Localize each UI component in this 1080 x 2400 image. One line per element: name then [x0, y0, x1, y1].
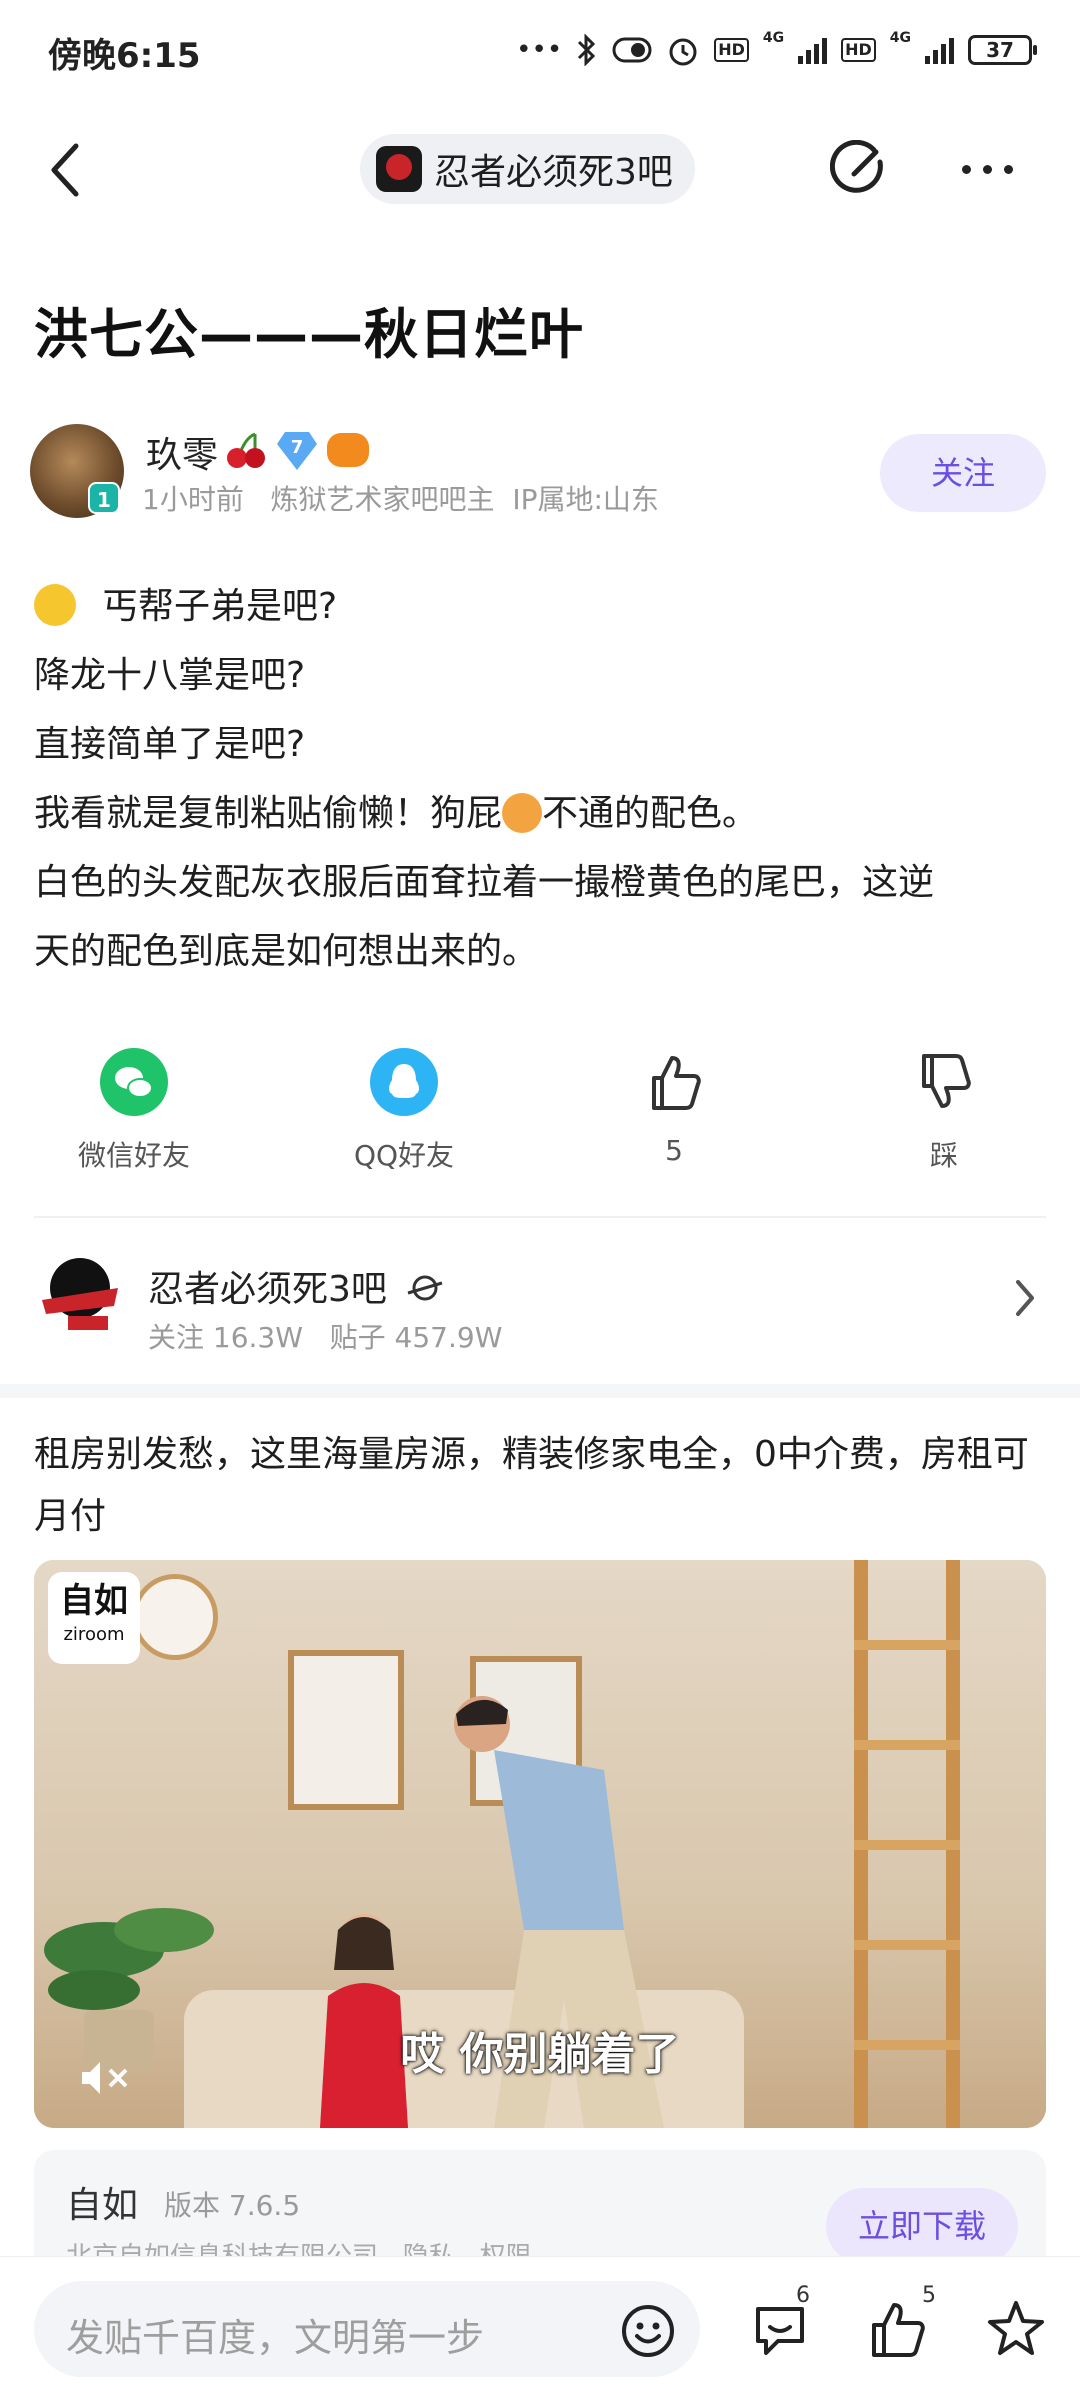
ad-app-version: 版本 7.6.5: [164, 2189, 301, 2222]
body-line: 丐帮子弟是吧?: [34, 572, 1046, 641]
thumb-down-icon: [922, 1054, 971, 1108]
comment-placeholder: 发贴千百度，文明第一步: [66, 2316, 485, 2360]
alarm-icon: [669, 38, 697, 66]
ad-logo-en: ziroom: [63, 1624, 125, 1645]
ad-video[interactable]: 自如 ziroom 哎 你别躺着了: [34, 1560, 1046, 2128]
forum-pill[interactable]: 忍者必须死3吧: [360, 134, 695, 204]
status-time: 傍晚6:15: [48, 36, 201, 76]
ad-logo-cn: 自如: [60, 1581, 128, 1621]
emoji-icon: [34, 584, 76, 626]
body-text: 我看就是复制粘贴偷懒！狗屁: [34, 793, 503, 834]
battery-icon: 37: [968, 35, 1037, 65]
share-wechat-button[interactable]: 微信好友: [34, 1048, 234, 1174]
author-name[interactable]: 玖零: [146, 426, 218, 478]
body-line: 天的配色到底是如何想出来的。: [34, 931, 539, 972]
clock-icon: [132, 1574, 218, 1660]
like-button[interactable]: 5: [574, 1048, 774, 1167]
dislike-label: 踩: [929, 1139, 958, 1172]
person: [320, 1914, 408, 2128]
more-icon[interactable]: [962, 165, 1013, 174]
body-line: 我看就是复制粘贴偷懒！狗屁 不通的配色。: [34, 779, 1046, 848]
ad-logo: 自如 ziroom: [48, 1572, 140, 1664]
body-line: 降龙十八掌是吧?: [34, 655, 306, 696]
hd-badge: HD: [841, 38, 876, 62]
share-qq-label: QQ好友: [353, 1139, 455, 1172]
ad-app-name: 自如: [66, 2185, 139, 2226]
wechat-icon: [100, 1048, 168, 1116]
bottom-bar: 发贴千百度，文明第一步 6 5: [0, 2256, 1080, 2400]
network-label: 4G: [889, 30, 911, 46]
dog-emoji-icon: [502, 793, 543, 833]
gamepad-icon: [327, 433, 369, 467]
author-level-badge: 1: [88, 482, 120, 514]
smile-icon[interactable]: [620, 2303, 676, 2359]
ad-app-info[interactable]: 自如 版本 7.6.5 北京自如信息科技有限公司 隐私 权限 立即下载: [34, 2150, 1046, 2270]
video-subtitle: 哎 你别躺着了: [400, 2029, 680, 2080]
forum-stats: 关注 16.3W 贴子 457.9W: [148, 1321, 503, 1354]
diamond-icon: 7: [277, 432, 317, 470]
forum-name-text: 忍者必须死3吧: [148, 1269, 387, 1310]
body-text: 不通的配色。: [542, 793, 759, 834]
follow-button[interactable]: 关注: [880, 434, 1046, 512]
edit-icon[interactable]: [830, 140, 888, 198]
hd-badge: HD: [714, 38, 749, 62]
body-line: 白色的头发配灰衣服后面耷拉着一撮橙黄色的尾巴，这逆: [34, 862, 935, 903]
status-icons: ••• HD 4G HD 4G 37: [516, 30, 1037, 70]
forum-name[interactable]: 忍者必须死3吧: [148, 1260, 444, 1312]
forum-pill-label: 忍者必须死3吧: [434, 152, 673, 193]
section-divider: [0, 1384, 1080, 1398]
post-body: 丐帮子弟是吧? 降龙十八掌是吧? 直接简单了是吧? 我看就是复制粘贴偷懒！狗屁不…: [34, 572, 1046, 986]
forum-avatar[interactable]: [34, 1248, 126, 1340]
chevron-right-icon[interactable]: [1012, 1278, 1038, 1318]
status-bar: 傍晚6:15 ••• HD 4G HD 4G 37: [0, 0, 1080, 100]
ad-title[interactable]: 租房别发愁，这里海量房源，精装修家电全，0中介费，房租可月付: [34, 1424, 1046, 1548]
body-line: 直接简单了是吧?: [34, 724, 306, 765]
comment-count: 6: [796, 2283, 810, 2308]
forum-avatar-mini: [376, 146, 422, 192]
thumb-up-icon: [652, 1056, 701, 1110]
notification-dots-icon: •••: [516, 35, 563, 65]
like-count: 5: [922, 2283, 936, 2308]
download-button[interactable]: 立即下载: [826, 2188, 1018, 2264]
like-icon[interactable]: [866, 2297, 930, 2361]
body-text: 丐帮子弟是吧?: [102, 586, 338, 627]
like-count: 5: [665, 1134, 683, 1167]
share-qq-button[interactable]: QQ好友: [304, 1048, 504, 1174]
wall-frame: [288, 1650, 404, 1810]
toggle-icon: [612, 37, 652, 63]
share-row: 微信好友 QQ好友 5 踩: [0, 1048, 1080, 1178]
star-icon[interactable]: [984, 2297, 1048, 2361]
share-wechat-label: 微信好友: [77, 1139, 190, 1172]
bluetooth-icon: [578, 34, 596, 66]
signal-icon: [925, 36, 954, 64]
mute-icon[interactable]: [78, 2058, 134, 2098]
cherry-icon: [225, 430, 267, 470]
comment-input[interactable]: 发贴千百度，文明第一步: [34, 2281, 700, 2377]
divider: [34, 1216, 1046, 1218]
back-icon[interactable]: [44, 140, 88, 200]
dislike-button[interactable]: 踩: [844, 1048, 1044, 1174]
planet-icon: [407, 1275, 443, 1301]
signal-icon: [798, 36, 828, 64]
qq-icon: [370, 1048, 438, 1116]
author-meta: 1小时前 炼狱艺术家吧吧主 IP属地:山东: [142, 483, 659, 516]
network-label: 4G: [762, 30, 785, 46]
author-badges: 7: [225, 430, 369, 470]
post-title: 洪七公———秋日烂叶: [34, 303, 584, 366]
